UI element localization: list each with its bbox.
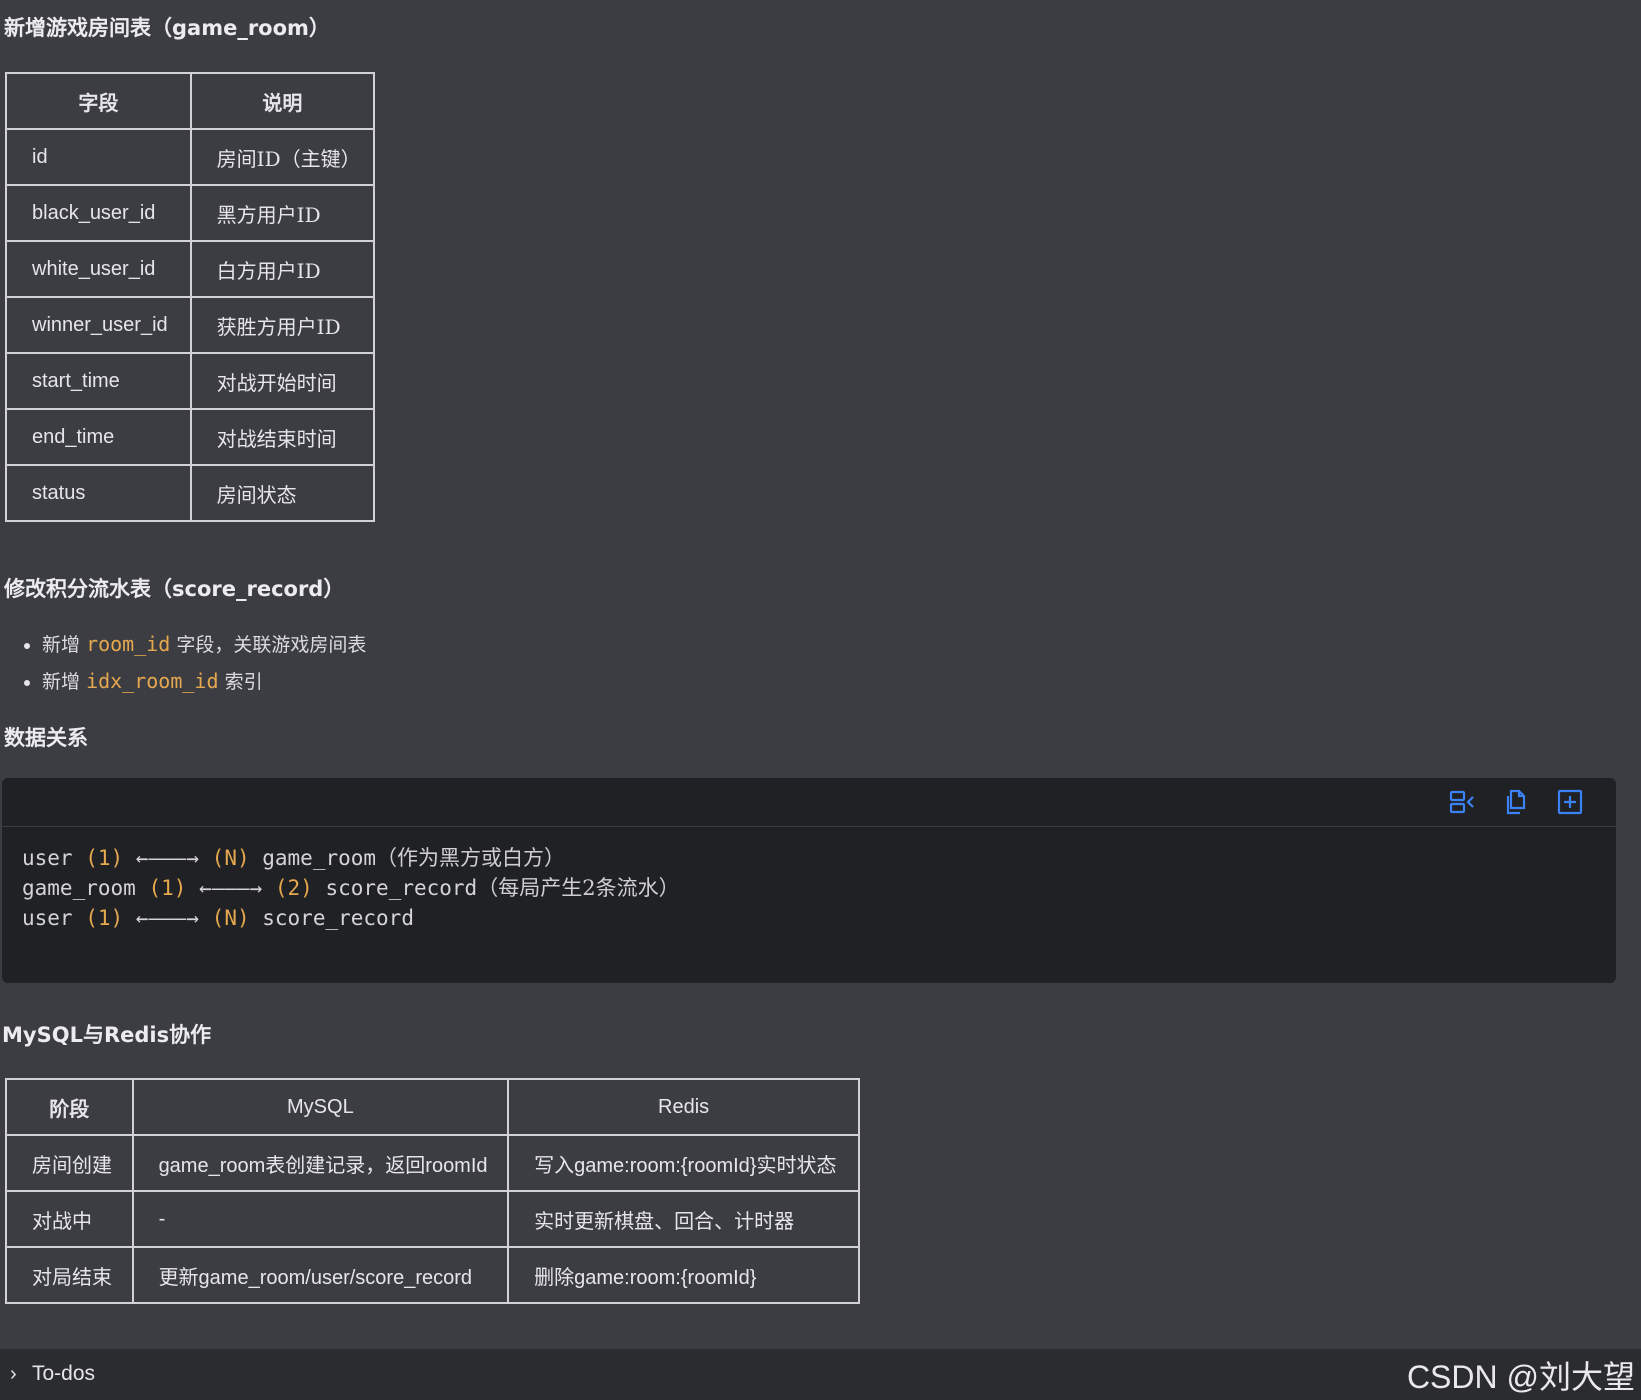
code-token: score_record bbox=[312, 876, 478, 900]
cardinality: (N) bbox=[211, 846, 250, 870]
relations-heading: 数据关系 bbox=[4, 726, 88, 750]
table-row: end_time 对战结束时间 bbox=[5, 408, 376, 466]
table-row: 房间创建 game_room表创建记录，返回roomId 写入game:room:{… bbox=[5, 1134, 860, 1192]
list-item: 新增 idx_room_id 索引 bbox=[42, 663, 366, 700]
list-item: 新增 room_id 字段，关联游戏房间表 bbox=[42, 626, 366, 663]
bullet-prefix: 新增 bbox=[42, 671, 81, 693]
cardinality: (1) bbox=[85, 906, 124, 930]
cardinality: (1) bbox=[85, 846, 124, 870]
header-field: 字段 bbox=[5, 72, 192, 130]
field-cell: white_user_id bbox=[5, 240, 192, 298]
code-token: score_record bbox=[249, 906, 414, 930]
desc-cell: 房间状态 bbox=[189, 464, 376, 522]
header-redis: Redis bbox=[507, 1078, 860, 1136]
code-line: user (1) ←———→ (N) score_record bbox=[22, 903, 1616, 933]
cardinality: (1) bbox=[148, 876, 187, 900]
mysql-cell: - bbox=[131, 1190, 510, 1248]
code-block: user (1) ←———→ (N) game_room（作为黑方或白方） gam… bbox=[2, 778, 1616, 983]
code-token: user bbox=[22, 846, 86, 870]
stage-cell: 对战中 bbox=[5, 1190, 134, 1248]
field-cell: black_user_id bbox=[5, 184, 192, 242]
relation-arrow: ←———→ bbox=[123, 846, 212, 870]
table-row: black_user_id 黑方用户ID bbox=[5, 184, 376, 242]
cardinality: (2) bbox=[274, 876, 313, 900]
wrap-lines-icon[interactable] bbox=[1448, 788, 1476, 816]
code-token: game_room bbox=[22, 876, 149, 900]
redis-cell: 删除game:room:{roomId} bbox=[507, 1246, 860, 1304]
code-line: user (1) ←———→ (N) game_room（作为黑方或白方） bbox=[22, 843, 1616, 873]
game-room-heading: 新增游戏房间表（game_room） bbox=[4, 16, 330, 40]
code-line: game_room (1) ←———→ (2) score_record（每局产… bbox=[22, 873, 1616, 903]
mysql-redis-heading: MySQL与Redis协作 bbox=[2, 1023, 212, 1047]
score-record-heading: 修改积分流水表（score_record） bbox=[4, 577, 345, 601]
stage-cell: 房间创建 bbox=[5, 1134, 134, 1192]
mysql-redis-table: 阶段 MySQL Redis 房间创建 game_room表创建记录，返回room… bbox=[5, 1078, 860, 1304]
todos-bar[interactable]: › To-dos bbox=[0, 1349, 1641, 1400]
table-row: start_time 对战开始时间 bbox=[5, 352, 376, 410]
code-token: game_room bbox=[249, 846, 377, 870]
redis-cell: 实时更新棋盘、回合、计时器 bbox=[507, 1190, 860, 1248]
bullet-suffix: 字段，关联游戏房间表 bbox=[176, 634, 367, 656]
code-body: user (1) ←———→ (N) game_room（作为黑方或白方） gam… bbox=[2, 827, 1616, 933]
header-mysql: MySQL bbox=[131, 1078, 510, 1136]
table-row: 对战中 - 实时更新棋盘、回合、计时器 bbox=[5, 1190, 860, 1248]
table-row: id 房间ID（主键） bbox=[5, 128, 376, 186]
table-row: 对局结束 更新game_room/user/score_record 删除game:… bbox=[5, 1246, 860, 1304]
inline-code: idx_room_id bbox=[86, 669, 219, 693]
code-note: （作为黑方或白方） bbox=[376, 846, 566, 870]
desc-cell: 房间ID（主键） bbox=[189, 128, 376, 186]
cardinality: (N) bbox=[211, 906, 250, 930]
table-header-row: 字段 说明 bbox=[5, 72, 376, 130]
table-row: white_user_id 白方用户ID bbox=[5, 240, 376, 298]
field-cell: winner_user_id bbox=[5, 296, 192, 354]
field-cell: id bbox=[5, 128, 192, 186]
bullet-prefix: 新增 bbox=[42, 634, 81, 656]
code-toolbar bbox=[2, 778, 1616, 827]
header-desc: 说明 bbox=[189, 72, 376, 130]
chevron-right-icon[interactable]: › bbox=[10, 1363, 17, 1386]
code-token: user bbox=[22, 906, 86, 930]
table-header-row: 阶段 MySQL Redis bbox=[5, 1078, 860, 1136]
desc-cell: 白方用户ID bbox=[189, 240, 376, 298]
stage-cell: 对局结束 bbox=[5, 1246, 134, 1304]
bullet-suffix: 索引 bbox=[224, 671, 263, 693]
field-cell: start_time bbox=[5, 352, 192, 410]
document-panel: 新增游戏房间表（game_room） 字段 说明 id 房间ID（主键） blac… bbox=[0, 0, 1636, 1334]
header-stage: 阶段 bbox=[5, 1078, 134, 1136]
desc-cell: 黑方用户ID bbox=[189, 184, 376, 242]
relation-arrow: ←———→ bbox=[186, 876, 275, 900]
relation-arrow: ←———→ bbox=[123, 906, 212, 930]
inline-code: room_id bbox=[86, 632, 171, 656]
code-note: （每局产生2条流水） bbox=[477, 876, 680, 900]
score-change-list: 新增 room_id 字段，关联游戏房间表 新增 idx_room_id 索引 bbox=[24, 626, 366, 700]
redis-cell: 写入game:room:{roomId}实时状态 bbox=[507, 1134, 860, 1192]
game-room-table: 字段 说明 id 房间ID（主键） black_user_id 黑方用户ID whi… bbox=[5, 72, 376, 522]
desc-cell: 获胜方用户ID bbox=[189, 296, 376, 354]
mysql-cell: 更新game_room/user/score_record bbox=[131, 1246, 510, 1304]
desc-cell: 对战结束时间 bbox=[189, 408, 376, 466]
expand-icon[interactable] bbox=[1556, 788, 1584, 816]
table-row: winner_user_id 获胜方用户ID bbox=[5, 296, 376, 354]
watermark: CSDN @刘大望 bbox=[1406, 1359, 1635, 1395]
mysql-cell: game_room表创建记录，返回roomId bbox=[131, 1134, 510, 1192]
copy-icon[interactable] bbox=[1502, 788, 1530, 816]
field-cell: end_time bbox=[5, 408, 192, 466]
desc-cell: 对战开始时间 bbox=[189, 352, 376, 410]
todos-label[interactable]: To-dos bbox=[32, 1362, 95, 1386]
field-cell: status bbox=[5, 464, 192, 522]
table-row: status 房间状态 bbox=[5, 464, 376, 522]
